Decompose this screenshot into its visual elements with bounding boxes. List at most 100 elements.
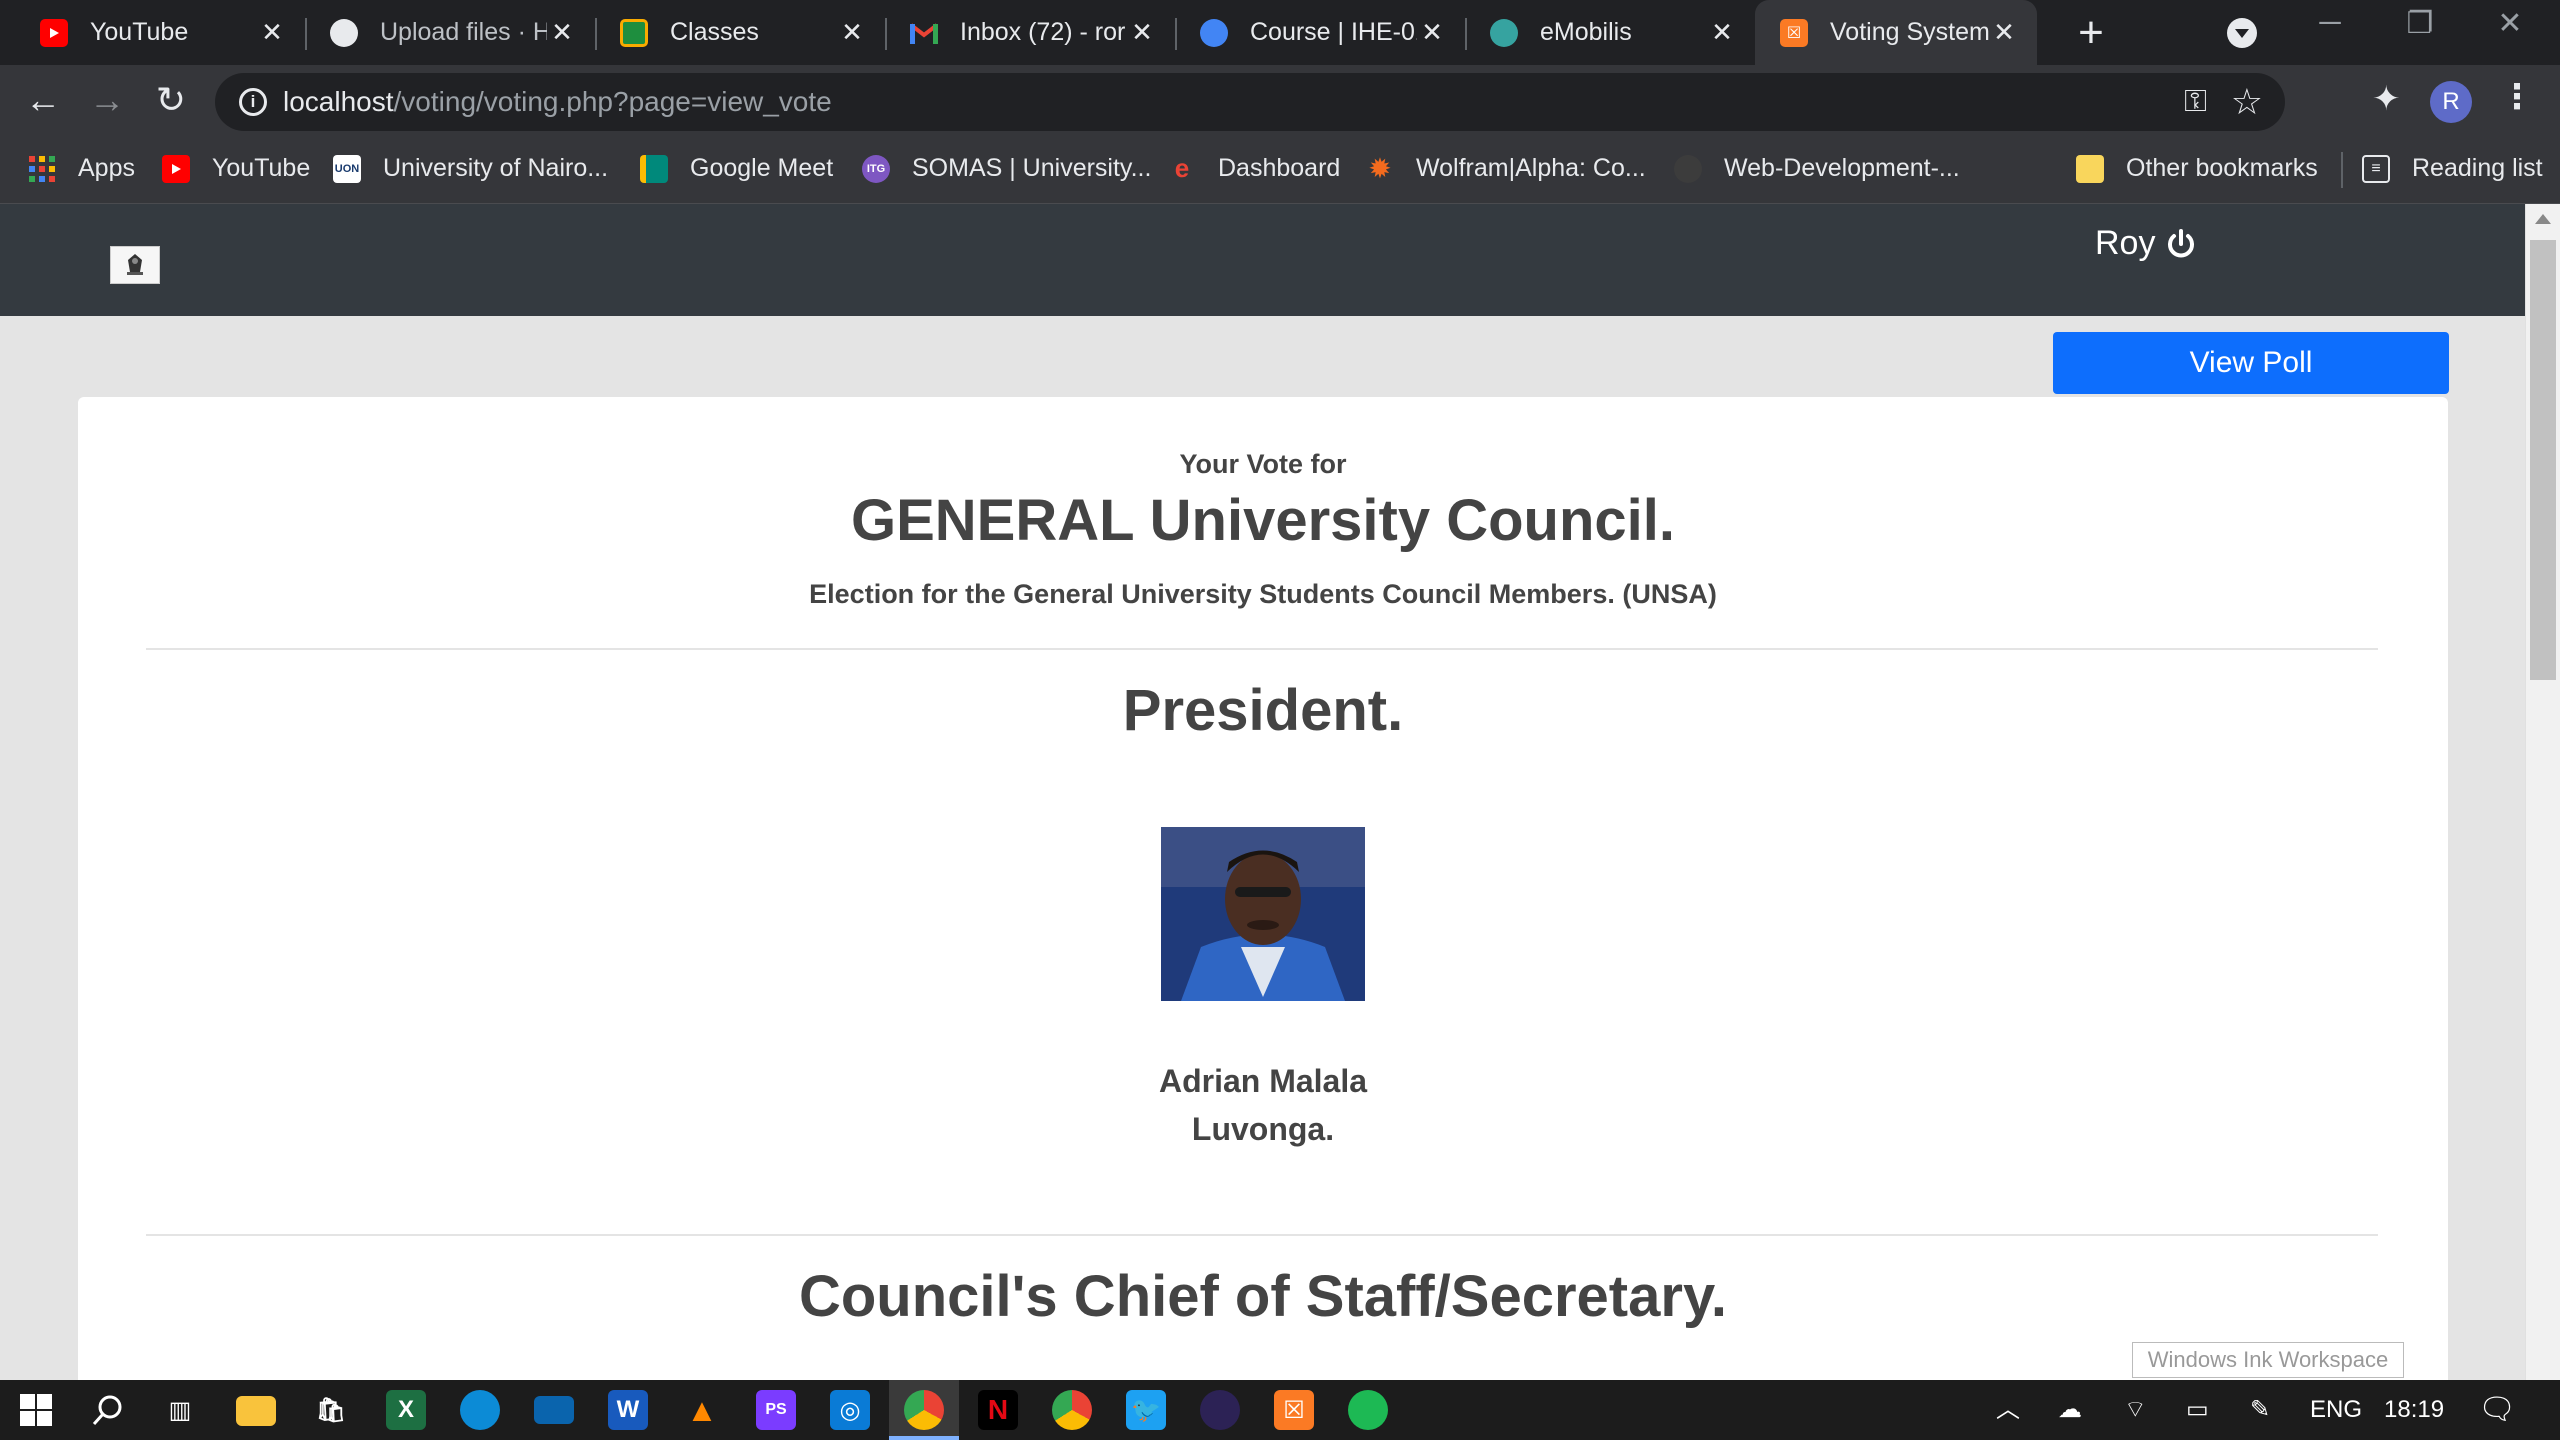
notifications-icon[interactable]: 🗨 <box>2478 1380 2516 1440</box>
close-tab-icon[interactable]: ✕ <box>837 17 867 48</box>
spotify-icon[interactable] <box>1348 1390 1388 1430</box>
tab-emobilis[interactable]: eMobilis ✕ <box>1465 0 1755 65</box>
bookmark-uon[interactable]: UON University of Nairo... <box>333 154 608 183</box>
close-tab-icon[interactable]: ✕ <box>1707 17 1737 48</box>
edge-icon[interactable] <box>460 1390 500 1430</box>
close-tab-icon[interactable]: ✕ <box>547 17 577 48</box>
election-title: GENERAL University Council. <box>851 488 1675 553</box>
tab-course[interactable]: Course | IHE-01 ✕ <box>1175 0 1467 65</box>
bookmark-apps[interactable]: Apps <box>28 154 135 183</box>
uon-icon: UON <box>333 154 361 183</box>
tab-title: Upload files · H <box>380 18 547 46</box>
google-meet-icon <box>640 154 668 183</box>
url-text[interactable]: localhost/voting/voting.php?page=view_vo… <box>283 86 832 118</box>
close-tab-icon[interactable]: ✕ <box>1127 17 1157 48</box>
new-tab-button[interactable]: + <box>2066 8 2116 58</box>
tab-github-upload[interactable]: Upload files · H ✕ <box>305 0 597 65</box>
password-key-icon[interactable]: ⚿ <box>2184 85 2207 119</box>
excel-icon[interactable]: X <box>386 1390 426 1430</box>
itg-icon: ITG <box>862 154 890 183</box>
tab-gmail[interactable]: Inbox (72) - ror ✕ <box>885 0 1177 65</box>
tab-title: eMobilis <box>1540 18 1632 46</box>
windows-taskbar: ▥ 🛍 X W ▲ PS ◎ N 🐦 ☒ ︿ ☁ ⌔ ▭ ✎ ENG 18:19… <box>0 1380 2560 1440</box>
close-tab-icon[interactable]: ✕ <box>257 17 287 48</box>
bookmark-wolfram[interactable]: ✹ Wolfram|Alpha: Co... <box>1366 153 1646 184</box>
app-navbar: Roy <box>0 204 2525 316</box>
camera-icon[interactable]: ◎ <box>830 1390 870 1430</box>
page-viewport: Roy View Poll Your Vote for GENERAL Univ… <box>0 204 2525 1380</box>
back-button[interactable]: ← <box>18 75 68 125</box>
tab-youtube[interactable]: YouTube ✕ <box>0 0 307 65</box>
bookmark-other-bookmarks[interactable]: Other bookmarks <box>2076 154 2318 183</box>
tab-title: YouTube <box>90 18 189 46</box>
vlc-icon[interactable]: ▲ <box>682 1390 722 1430</box>
address-bar[interactable]: i localhost/voting/voting.php?page=view_… <box>215 73 2285 131</box>
github-icon <box>330 18 358 47</box>
tab-classes[interactable]: Classes ✕ <box>595 0 887 65</box>
close-tab-icon[interactable]: ✕ <box>1989 17 2019 48</box>
tab-search-icon[interactable] <box>2227 18 2257 48</box>
youtube-icon <box>40 18 68 47</box>
search-icon[interactable] <box>88 1390 128 1430</box>
eclipse-icon[interactable] <box>1200 1390 1240 1430</box>
bookmark-star-icon[interactable]: ☆ <box>2231 81 2263 123</box>
language-indicator[interactable]: ENG <box>2310 1380 2362 1440</box>
bookmark-somas[interactable]: ITG SOMAS | University... <box>862 154 1151 183</box>
phpstorm-icon[interactable]: PS <box>756 1390 796 1430</box>
battery-icon[interactable]: ▭ <box>2186 1380 2209 1440</box>
forward-button[interactable]: → <box>82 75 132 125</box>
bookmark-label: Web-Development-... <box>1724 154 1960 182</box>
file-explorer-icon[interactable] <box>236 1396 276 1426</box>
onedrive-icon[interactable]: ☁ <box>2058 1380 2082 1440</box>
bookmarks-bar: Apps YouTube UON University of Nairo... … <box>0 140 2560 204</box>
windows-ink-workspace[interactable]: Windows Ink Workspace <box>2132 1342 2404 1378</box>
site-logo[interactable] <box>110 246 160 284</box>
bookmarks-divider <box>2341 152 2343 188</box>
chrome-icon[interactable] <box>904 1390 944 1430</box>
user-menu[interactable]: Roy <box>2095 224 2197 263</box>
apps-grid-icon <box>28 155 56 183</box>
window-close-button[interactable]: ✕ <box>2490 6 2530 41</box>
pen-ink-icon[interactable]: ✎ <box>2250 1380 2270 1440</box>
task-view-icon[interactable]: ▥ <box>160 1390 200 1430</box>
view-poll-button[interactable]: View Poll <box>2053 332 2449 394</box>
url-host: localhost <box>283 86 394 117</box>
mail-icon[interactable] <box>534 1396 574 1424</box>
youtube-icon <box>162 154 190 183</box>
xampp-icon: ☒ <box>1780 18 1808 47</box>
microsoft-store-icon[interactable]: 🛍 <box>311 1390 351 1430</box>
globe-icon <box>1200 18 1228 47</box>
profile-avatar[interactable]: R <box>2430 81 2472 123</box>
reload-button[interactable]: ↻ <box>146 75 196 125</box>
browser-menu-icon[interactable]: ⋮ <box>2500 77 2534 117</box>
chrome-alt-icon[interactable] <box>1052 1390 1092 1430</box>
clock[interactable]: 18:19 <box>2384 1380 2444 1440</box>
election-description: Election for the General University Stud… <box>809 579 1717 609</box>
bookmark-dashboard[interactable]: e Dashboard <box>1168 153 1341 183</box>
vote-subheading: Your Vote for <box>1179 449 1347 479</box>
restore-button[interactable]: ❐ <box>2400 6 2440 41</box>
windows-start-icon[interactable] <box>16 1390 56 1430</box>
close-tab-icon[interactable]: ✕ <box>1417 17 1447 48</box>
wifi-icon[interactable]: ⌔ <box>2124 1380 2147 1440</box>
tray-overflow-icon[interactable]: ︿ <box>1996 1380 2020 1440</box>
site-info-icon[interactable]: i <box>239 88 267 116</box>
word-icon[interactable]: W <box>608 1390 648 1430</box>
candidate-name-line2: Luvonga. <box>1191 1111 1335 1147</box>
scroll-up-arrow-icon[interactable] <box>2535 214 2551 224</box>
bookmark-reading-list[interactable]: ≡ Reading list <box>2362 154 2543 183</box>
bookmark-youtube[interactable]: YouTube <box>162 154 310 183</box>
scrollbar-thumb[interactable] <box>2530 240 2556 680</box>
extensions-puzzle-icon[interactable]: ✦ <box>2372 79 2401 119</box>
bookmark-google-meet[interactable]: Google Meet <box>640 154 833 183</box>
minimize-button[interactable]: ─ <box>2310 6 2350 40</box>
bookmark-web-development[interactable]: Web-Development-... <box>1674 154 1960 183</box>
netflix-icon[interactable]: N <box>978 1390 1018 1430</box>
xampp-icon[interactable]: ☒ <box>1274 1390 1314 1430</box>
bookmark-label: Wolfram|Alpha: Co... <box>1416 154 1646 182</box>
tab-strip: YouTube ✕ Upload files · H ✕ Classes ✕ I… <box>0 0 2560 65</box>
power-logout-icon[interactable] <box>2165 228 2197 260</box>
twitter-icon[interactable]: 🐦 <box>1126 1390 1166 1430</box>
page-scrollbar[interactable] <box>2525 204 2560 1380</box>
tab-voting-system[interactable]: ☒ Voting System ✕ <box>1755 0 2037 65</box>
